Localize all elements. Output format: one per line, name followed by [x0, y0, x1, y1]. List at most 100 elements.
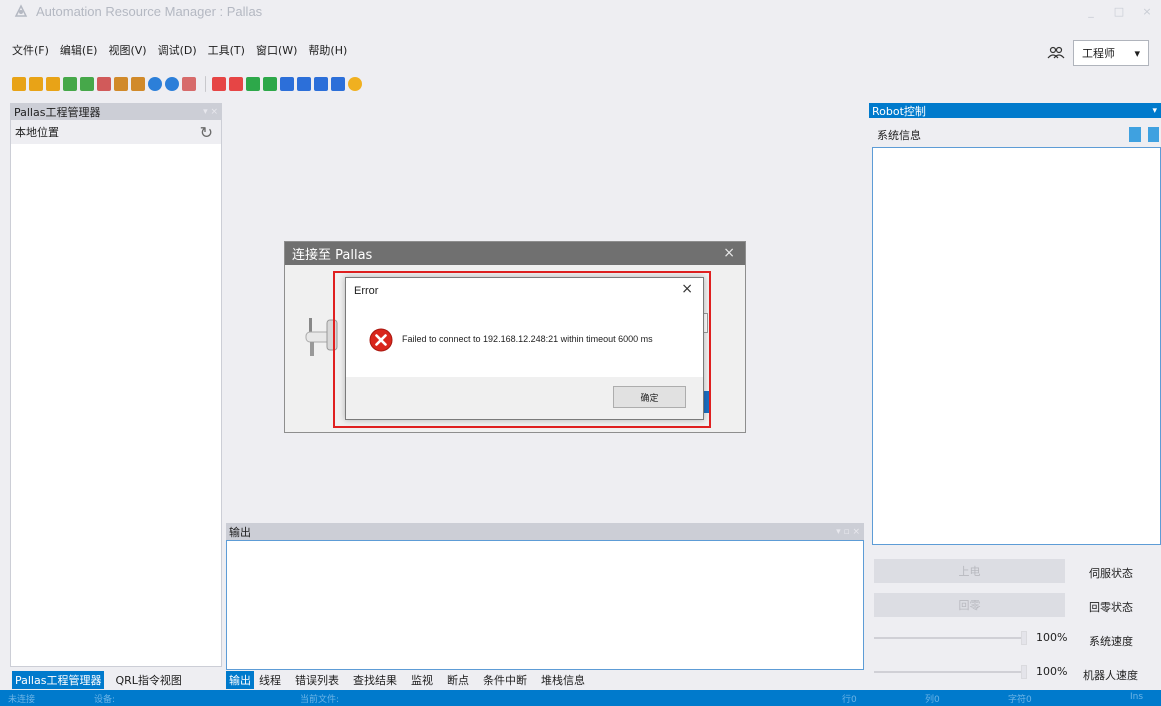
close-icon[interactable]: × [723, 245, 735, 261]
cut-icon[interactable] [97, 77, 111, 91]
tab-find-results[interactable]: 查找结果 [350, 671, 400, 689]
local-location-header: 本地位置 ↻ [11, 120, 221, 144]
error-dialog-title: Error [354, 285, 379, 297]
slider-thumb[interactable] [1021, 665, 1027, 679]
output-box [226, 540, 864, 670]
copy-icon[interactable] [63, 77, 77, 91]
menu-edit[interactable]: 编辑(E) [60, 42, 98, 58]
outdent-icon[interactable] [229, 77, 243, 91]
project-manager-header: Pallas工程管理器 ▾ × [11, 104, 221, 120]
error-dialog: Error × Failed to connect to 192.168.12.… [345, 277, 704, 420]
toolbar [12, 75, 365, 93]
system-speed-slider[interactable]: 100% [874, 629, 1086, 647]
menu-view[interactable]: 视图(V) [108, 42, 146, 58]
paste-icon[interactable] [80, 77, 94, 91]
ok-label: 确定 [640, 393, 659, 404]
char-status: 字符0 [1008, 695, 1032, 705]
local-location-label: 本地位置 [15, 126, 59, 139]
output-title: 输出 [229, 525, 251, 539]
tab-breakpoints[interactable]: 断点 [444, 671, 472, 689]
users-icon [1047, 46, 1065, 59]
save-all-icon[interactable] [46, 77, 60, 91]
search-icon[interactable] [348, 77, 362, 91]
close-icon[interactable]: × [681, 281, 693, 297]
tab-call-stack[interactable]: 堆栈信息 [538, 671, 588, 689]
home-button[interactable]: 回零 [874, 593, 1065, 617]
minimize-button[interactable]: _ [1077, 0, 1105, 22]
undo-icon[interactable] [114, 77, 128, 91]
robot-control-panel: Robot控制 ▾ 系统信息 上电 伺服状态 回零 回零状态 100% 系统速度… [869, 103, 1161, 688]
tab-watch[interactable]: 监视 [408, 671, 436, 689]
toolbar-separator [205, 76, 206, 92]
tab-project-manager[interactable]: Pallas工程管理器 [12, 671, 105, 689]
menu-help[interactable]: 帮助(H) [308, 42, 347, 58]
output-header: 输出 ▾ ▫ × [226, 523, 864, 540]
clear-bookmark-icon[interactable] [331, 77, 345, 91]
indent-icon[interactable] [212, 77, 226, 91]
robot-control-header: Robot控制 ▾ [869, 103, 1161, 118]
tab-threads[interactable]: 线程 [256, 671, 284, 689]
connect-dialog-header: 连接至 Pallas × [285, 242, 745, 265]
output-tabs: 输出 线程 错误列表 查找结果 监视 断点 条件中断 堆栈信息 [226, 671, 596, 689]
tab-error-list[interactable]: 错误列表 [292, 671, 342, 689]
uncomment-icon[interactable] [263, 77, 277, 91]
current-file-status: 当前文件: [300, 695, 340, 705]
servo-status-label: 伺服状态 [1089, 567, 1133, 580]
system-info-label: 系统信息 [877, 129, 921, 142]
bookmark-icon[interactable] [280, 77, 294, 91]
comment-icon[interactable] [246, 77, 260, 91]
export-file-icon[interactable] [1129, 127, 1141, 142]
refresh-icon[interactable]: ↻ [200, 123, 213, 142]
forward-icon[interactable] [165, 77, 179, 91]
project-manager-panel: Pallas工程管理器 ▾ × 本地位置 ↻ [10, 103, 222, 667]
home-status-label: 回零状态 [1089, 601, 1133, 614]
system-info-box [872, 147, 1161, 545]
window-title: Automation Resource Manager : Pallas [36, 3, 263, 19]
next-bookmark-icon[interactable] [314, 77, 328, 91]
status-bar: 未连接 设备: 当前文件: 行0 列0 字符0 Ins [0, 690, 1161, 706]
open-folder-icon[interactable] [12, 77, 26, 91]
pin-icon[interactable]: ▾ [1152, 106, 1157, 116]
system-speed-value: 100% [1036, 631, 1068, 644]
slider-track [874, 671, 1024, 673]
power-on-button[interactable]: 上电 [874, 559, 1065, 583]
home-label: 回零 [958, 599, 981, 612]
tab-qrl-view[interactable]: QRL指令视图 [112, 671, 184, 689]
menu-file[interactable]: 文件(F) [12, 42, 49, 58]
panel-close-icon[interactable]: ▾ × [203, 107, 218, 117]
trash-icon[interactable] [1148, 127, 1159, 142]
maximize-button[interactable]: □ [1105, 0, 1133, 22]
error-icon [369, 328, 393, 352]
close-window-button[interactable]: × [1133, 0, 1161, 22]
panel-close-icon[interactable]: ▾ ▫ × [836, 527, 860, 537]
menu-debug[interactable]: 调试(D) [158, 42, 197, 58]
menu-window[interactable]: 窗口(W) [256, 42, 297, 58]
redo-icon[interactable] [131, 77, 145, 91]
robot-speed-label: 机器人速度 [1083, 669, 1138, 682]
system-info-header: 系统信息 [869, 123, 1161, 147]
role-select[interactable]: 工程师 ▾ [1073, 40, 1149, 66]
prev-bookmark-icon[interactable] [297, 77, 311, 91]
back-icon[interactable] [148, 77, 162, 91]
insert-mode-status: Ins [1130, 692, 1144, 702]
left-bottom-tabs: Pallas工程管理器 QRL指令视图 [12, 671, 193, 689]
slider-track [874, 637, 1024, 639]
slider-thumb[interactable] [1021, 631, 1027, 645]
link-icon[interactable] [182, 77, 196, 91]
robot-control-title: Robot控制 [872, 104, 926, 118]
ok-button[interactable]: 确定 [613, 386, 686, 408]
role-value: 工程师 [1082, 47, 1115, 60]
error-message: Failed to connect to 192.168.12.248:21 w… [402, 334, 653, 344]
save-icon[interactable] [29, 77, 43, 91]
menu-bar: 文件(F) 编辑(E) 视图(V) 调试(D) 工具(T) 窗口(W) 帮助(H… [0, 40, 358, 60]
app-icon [14, 4, 28, 17]
power-on-label: 上电 [958, 565, 981, 578]
error-dialog-footer: 确定 [346, 377, 703, 419]
tab-output[interactable]: 输出 [226, 671, 254, 689]
robot-speed-slider[interactable]: 100% [874, 663, 1086, 681]
row-status: 行0 [842, 695, 857, 705]
menu-tools[interactable]: 工具(T) [208, 42, 245, 58]
role-area: 工程师 ▾ [1047, 40, 1149, 66]
project-manager-title: Pallas工程管理器 [14, 106, 101, 119]
tab-conditional-break[interactable]: 条件中断 [480, 671, 530, 689]
